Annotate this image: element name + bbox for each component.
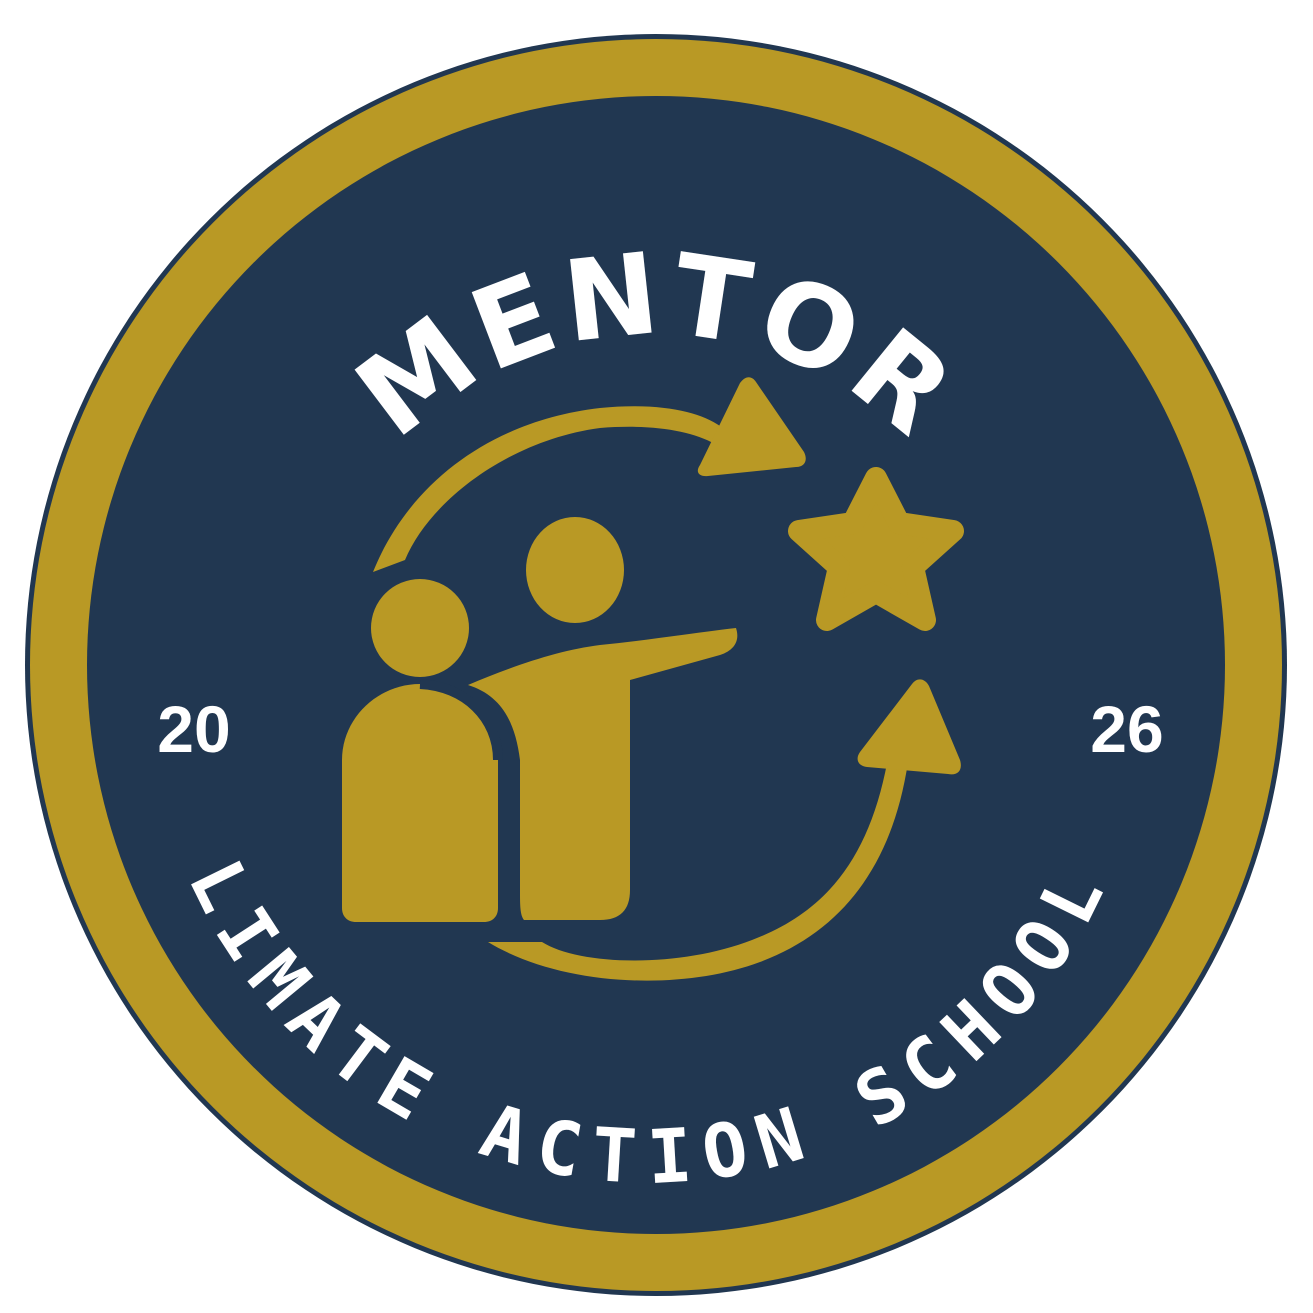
mentor-badge: MENTOR CLIMATE ACTION SCHOOLS 20 26 <box>0 0 1287 1296</box>
year-left: 20 <box>157 692 230 766</box>
year-right: 26 <box>1090 692 1163 766</box>
mentor-head <box>526 517 624 623</box>
student-body <box>342 684 498 922</box>
student-head <box>371 579 469 677</box>
